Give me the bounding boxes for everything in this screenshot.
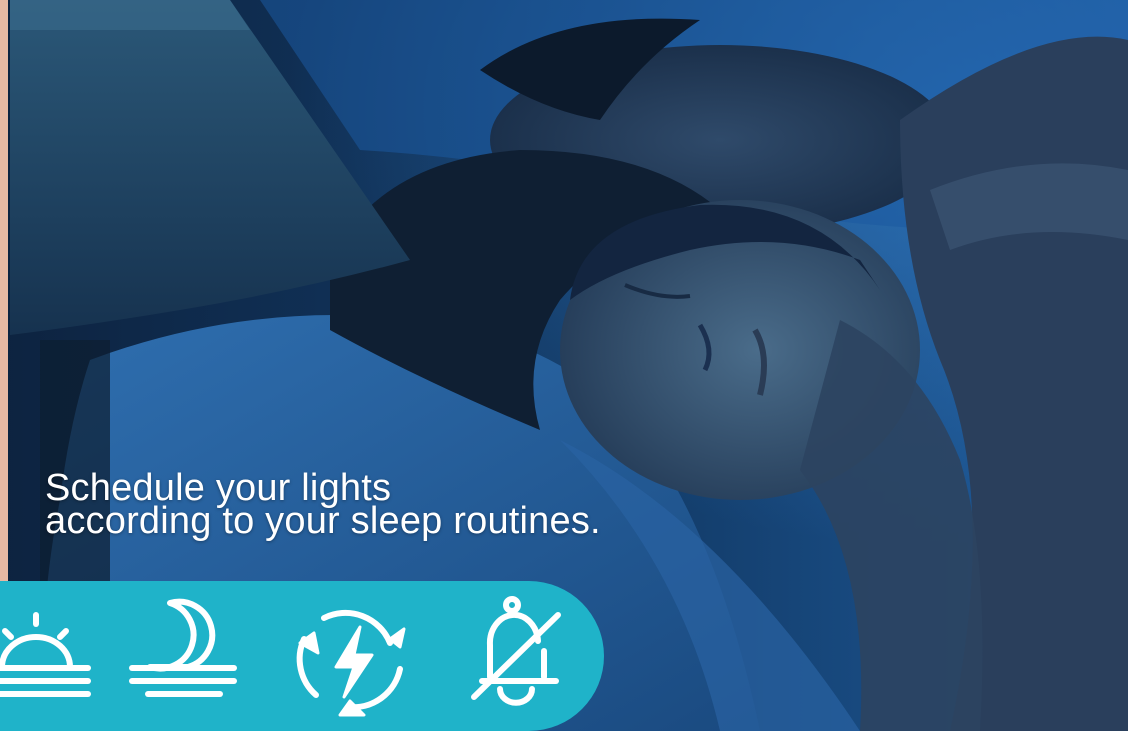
hero-banner: Schedule your lights according to your s…: [0, 0, 1128, 731]
sunrise-icon[interactable]: [0, 581, 120, 731]
caption: Schedule your lights according to your s…: [45, 469, 601, 542]
alarm-off-icon[interactable]: [460, 581, 580, 731]
energy-cycle-icon[interactable]: [292, 581, 412, 731]
caption-line-2: according to your sleep routines.: [45, 500, 601, 542]
feature-icon-bar: [0, 581, 604, 731]
moonset-icon[interactable]: [128, 581, 248, 731]
